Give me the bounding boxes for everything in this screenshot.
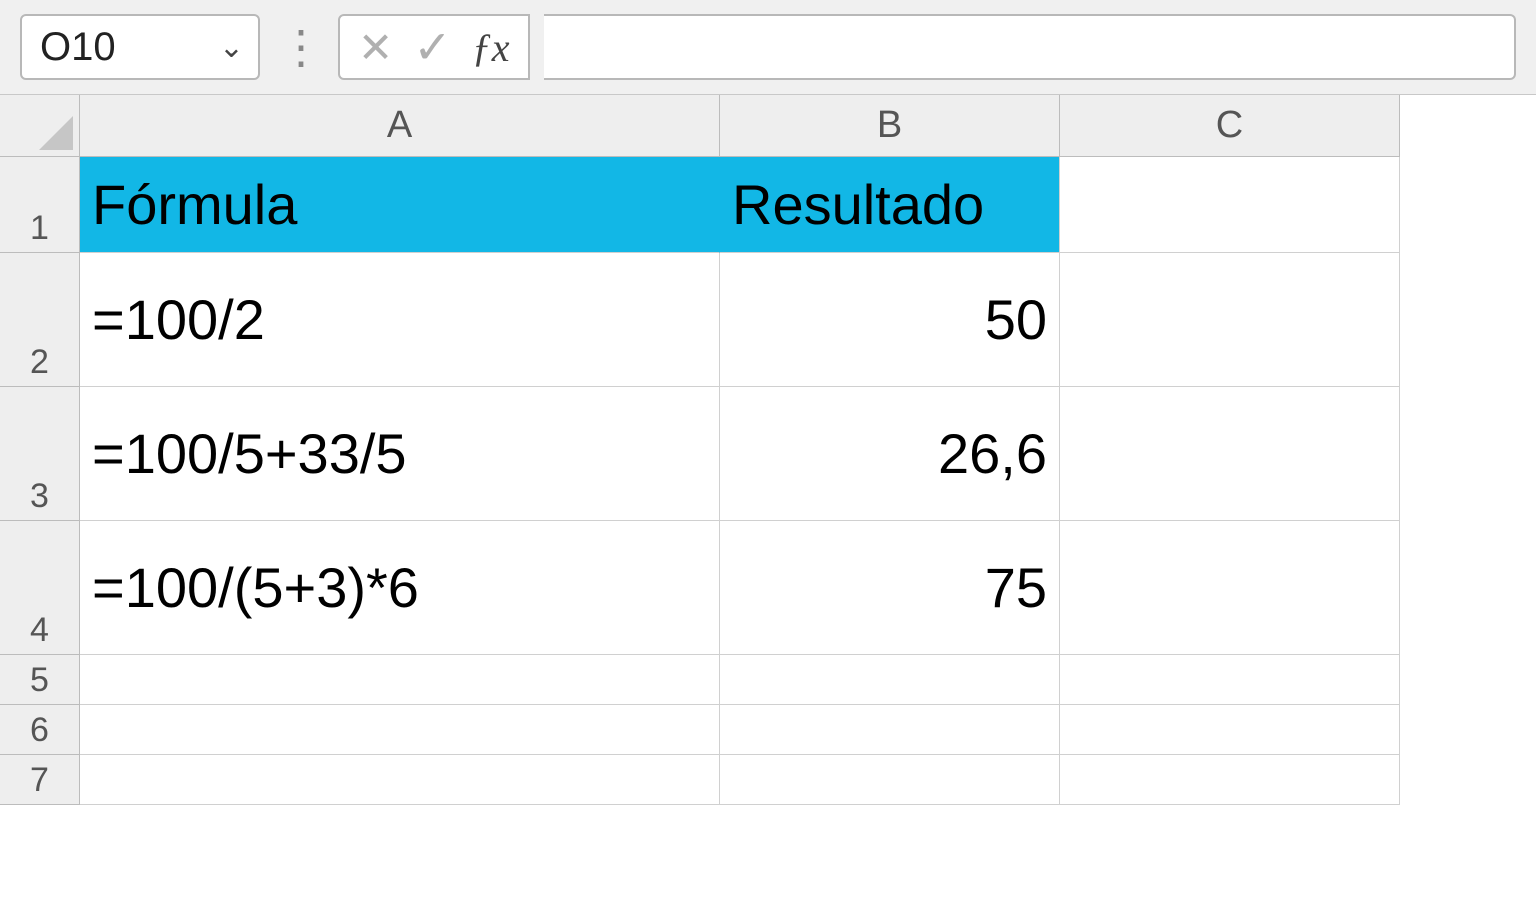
data-row: 3 =100/5+33/5 26,6 bbox=[0, 387, 1536, 521]
data-row: 5 bbox=[0, 655, 1536, 705]
data-row: 7 bbox=[0, 755, 1536, 805]
cell-c2[interactable] bbox=[1060, 253, 1400, 387]
data-row: 1 Fórmula Resultado bbox=[0, 157, 1536, 253]
row-header[interactable]: 2 bbox=[0, 253, 80, 387]
cell-a2[interactable]: =100/2 bbox=[80, 253, 720, 387]
cell-c1[interactable] bbox=[1060, 157, 1400, 253]
row-header[interactable]: 7 bbox=[0, 755, 80, 805]
formula-controls: ✕ ✓ ƒx bbox=[338, 14, 530, 80]
cell-a5[interactable] bbox=[80, 655, 720, 705]
separator-icon: ⋮ bbox=[274, 20, 324, 74]
cell-a3[interactable]: =100/5+33/5 bbox=[80, 387, 720, 521]
cell-a7[interactable] bbox=[80, 755, 720, 805]
name-box-value: O10 bbox=[40, 25, 116, 70]
col-header-c[interactable]: C bbox=[1060, 95, 1400, 157]
data-row: 2 =100/2 50 bbox=[0, 253, 1536, 387]
cell-c7[interactable] bbox=[1060, 755, 1400, 805]
row-header[interactable]: 3 bbox=[0, 387, 80, 521]
formula-bar: O10 ⌄ ⋮ ✕ ✓ ƒx bbox=[0, 0, 1536, 95]
cell-b3[interactable]: 26,6 bbox=[720, 387, 1060, 521]
cell-a1[interactable]: Fórmula bbox=[80, 157, 720, 253]
cell-b1[interactable]: Resultado bbox=[720, 157, 1060, 253]
cell-c4[interactable] bbox=[1060, 521, 1400, 655]
cell-a6[interactable] bbox=[80, 705, 720, 755]
fx-icon[interactable]: ƒx bbox=[472, 24, 510, 71]
chevron-down-icon[interactable]: ⌄ bbox=[219, 30, 244, 65]
cell-c3[interactable] bbox=[1060, 387, 1400, 521]
cell-b2[interactable]: 50 bbox=[720, 253, 1060, 387]
spreadsheet-grid: A B C 1 Fórmula Resultado 2 =100/2 50 3 … bbox=[0, 95, 1536, 805]
col-header-a[interactable]: A bbox=[80, 95, 720, 157]
cell-b5[interactable] bbox=[720, 655, 1060, 705]
row-header[interactable]: 5 bbox=[0, 655, 80, 705]
row-header[interactable]: 6 bbox=[0, 705, 80, 755]
row-header[interactable]: 1 bbox=[0, 157, 80, 253]
formula-input[interactable] bbox=[544, 14, 1516, 80]
data-row: 6 bbox=[0, 705, 1536, 755]
name-box[interactable]: O10 ⌄ bbox=[20, 14, 260, 80]
accept-icon[interactable]: ✓ bbox=[413, 20, 452, 74]
row-header[interactable]: 4 bbox=[0, 521, 80, 655]
column-header-row: A B C bbox=[0, 95, 1536, 157]
cell-a4[interactable]: =100/(5+3)*6 bbox=[80, 521, 720, 655]
cell-b7[interactable] bbox=[720, 755, 1060, 805]
select-all-corner[interactable] bbox=[0, 95, 80, 157]
cell-b6[interactable] bbox=[720, 705, 1060, 755]
cancel-icon[interactable]: ✕ bbox=[358, 23, 393, 72]
col-header-b[interactable]: B bbox=[720, 95, 1060, 157]
cell-c5[interactable] bbox=[1060, 655, 1400, 705]
cell-c6[interactable] bbox=[1060, 705, 1400, 755]
cell-b4[interactable]: 75 bbox=[720, 521, 1060, 655]
data-row: 4 =100/(5+3)*6 75 bbox=[0, 521, 1536, 655]
